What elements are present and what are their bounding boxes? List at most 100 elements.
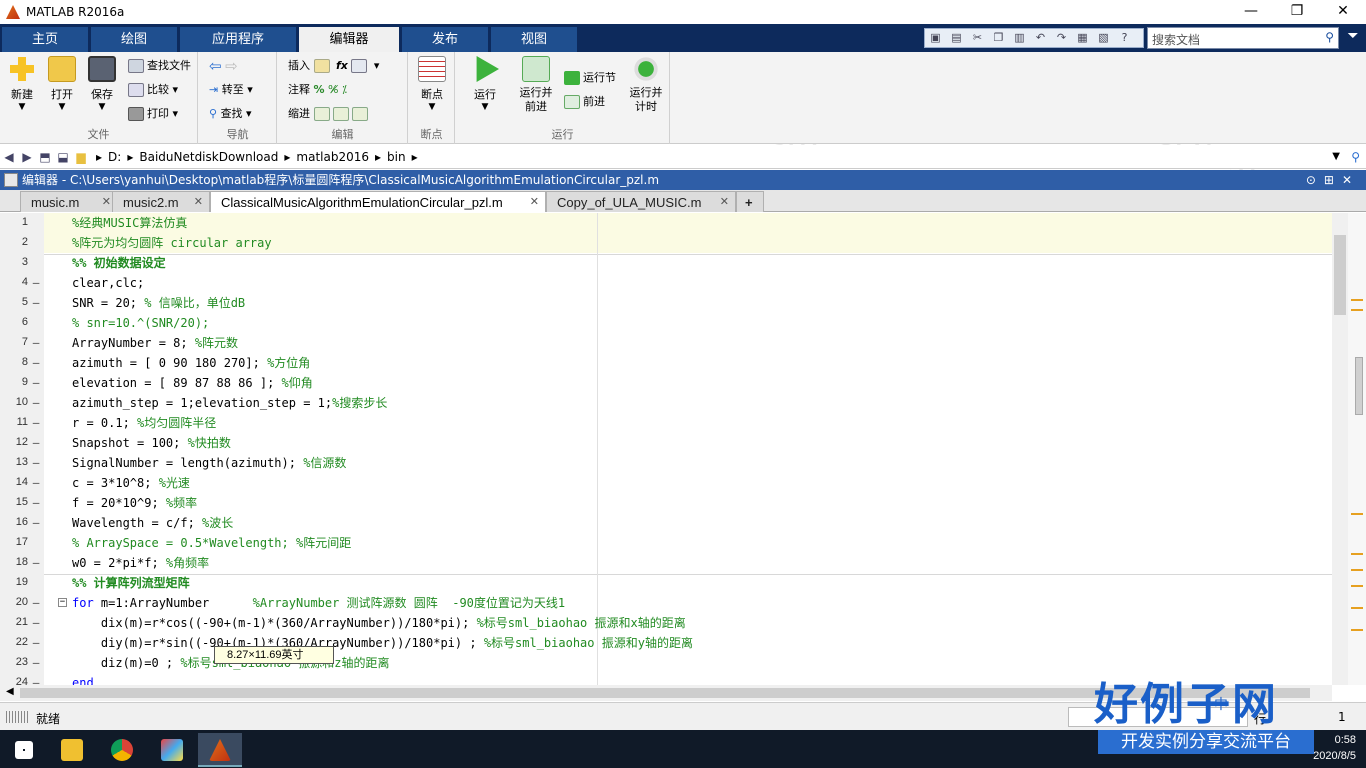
warning-mark[interactable]	[1351, 629, 1363, 631]
file-tab-music2[interactable]: music2.m ✕	[112, 191, 210, 212]
code-line[interactable]: r = 0.1; %均匀圆阵半径	[72, 413, 216, 433]
breadcrumb-item[interactable]: matlab2016	[296, 150, 369, 164]
close-editor-icon[interactable]: ✕	[1342, 173, 1360, 187]
code-line[interactable]: w0 = 2*pi*f; %角频率	[72, 553, 209, 573]
indent-button[interactable]: 缩进	[288, 104, 371, 124]
filter-icon[interactable]: ⏷	[1342, 28, 1364, 48]
new-button[interactable]: 新建 ▼	[3, 56, 41, 112]
maximize-editor-icon[interactable]: ⊞	[1324, 173, 1342, 187]
warning-mark[interactable]	[1351, 607, 1363, 609]
comment-button[interactable]: 注释 % %̸ ⁒	[288, 80, 347, 100]
breakpoint-marker[interactable]: —	[32, 456, 40, 469]
breakpoint-marker[interactable]: —	[32, 376, 40, 389]
warning-mark[interactable]	[1351, 585, 1363, 587]
address-dropdown-icon[interactable]: ▼	[1332, 151, 1340, 162]
breakpoint-marker[interactable]: —	[32, 676, 40, 685]
compare-button[interactable]: 比较 ▾	[128, 80, 178, 100]
code-line[interactable]: ArrayNumber = 8; %阵元数	[72, 333, 238, 353]
breakpoint-marker[interactable]: —	[32, 416, 40, 429]
open-button[interactable]: 打开 ▼	[43, 56, 81, 112]
code-line[interactable]: dix(m)=r*cos((-90+(m-1)*(360/ArrayNumber…	[72, 613, 686, 633]
run-section-button[interactable]: 运行节	[564, 68, 616, 88]
code-line[interactable]: %% 初始数据设定	[72, 253, 166, 273]
close-tab-icon[interactable]: ✕	[720, 192, 729, 213]
smart-indent-icon[interactable]	[313, 107, 330, 121]
close-tab-icon[interactable]: ✕	[530, 192, 539, 213]
code-line[interactable]: diy(m)=r*sin((-90+(m-1)*(360/ArrayNumber…	[72, 633, 693, 653]
tab-view[interactable]: 视图	[491, 27, 577, 52]
back-arrow-icon[interactable]: ⇦	[209, 57, 222, 75]
matlab-taskbar-button[interactable]	[198, 733, 242, 767]
breakpoint-marker[interactable]: —	[32, 556, 40, 569]
code-line[interactable]: % snr=10.^(SNR/20);	[72, 313, 209, 333]
code-line[interactable]: SignalNumber = length(azimuth); %信源数	[72, 453, 346, 473]
code-line[interactable]: end	[72, 673, 94, 685]
scroll-left-icon[interactable]: ◀	[6, 686, 14, 697]
warning-mark[interactable]	[1351, 569, 1363, 571]
back-forward-buttons[interactable]: ⇦ ⇨	[209, 56, 238, 76]
minimize-button[interactable]: —	[1228, 0, 1274, 24]
breadcrumb-item[interactable]: BaiduNetdiskDownload	[139, 150, 278, 164]
code-line[interactable]: %经典MUSIC算法仿真	[72, 213, 187, 233]
code-line[interactable]: % ArraySpace = 0.5*Wavelength; %阵元间距	[72, 533, 351, 553]
breakpoint-marker[interactable]: —	[32, 476, 40, 489]
search-icon[interactable]: ⚲	[1325, 30, 1334, 44]
new-script-icon[interactable]: ▣	[925, 30, 946, 46]
insert-button[interactable]: 插入 fx ▾	[288, 56, 379, 76]
analyzer-position-thumb[interactable]	[1355, 357, 1363, 415]
breakpoint-marker[interactable]: —	[32, 396, 40, 409]
tab-home[interactable]: 主页	[2, 27, 88, 52]
breakpoint-marker[interactable]: —	[32, 276, 40, 289]
tab-publish[interactable]: 发布	[402, 27, 488, 52]
warning-mark[interactable]	[1351, 299, 1363, 301]
print-button[interactable]: 打印 ▾	[128, 104, 178, 124]
search-folder-icon[interactable]: ⚲	[1351, 150, 1360, 164]
breakpoint-marker[interactable]: —	[32, 336, 40, 349]
code-line[interactable]: %阵元为均匀圆阵 circular array	[72, 233, 272, 253]
breadcrumb-item[interactable]: D:	[108, 150, 121, 164]
breakpoint-marker[interactable]: —	[32, 616, 40, 629]
advance-button[interactable]: 前进	[564, 92, 605, 112]
breakpoint-marker[interactable]: —	[32, 436, 40, 449]
run-and-time-button[interactable]: 运行并 计时	[624, 56, 668, 114]
file-tab-active[interactable]: ClassicalMusicAlgorithmEmulationCircular…	[210, 191, 546, 212]
editor-actions-icon[interactable]: ⊙	[1306, 173, 1324, 187]
warning-mark[interactable]	[1351, 553, 1363, 555]
code-line[interactable]: elevation = [ 89 87 88 86 ]; %仰角	[72, 373, 313, 393]
close-tab-icon[interactable]: ✕	[194, 192, 203, 213]
fx-icon[interactable]: fx	[336, 59, 348, 72]
close-tab-icon[interactable]: ✕	[102, 192, 111, 213]
breakpoints-button[interactable]: 断点 ▼	[413, 56, 451, 112]
back-icon[interactable]: ◀	[0, 150, 18, 164]
code-editor[interactable]: 1 %经典MUSIC算法仿真 2 %阵元为均匀圆阵 circular array 3%%…	[0, 213, 1332, 685]
up-folder-icon[interactable]: ⬒	[36, 150, 54, 164]
search-documentation-input[interactable]: 搜索文档 ⚲	[1147, 27, 1339, 49]
chrome-button[interactable]	[100, 733, 144, 767]
help-icon[interactable]: ?	[1114, 30, 1135, 46]
wrap-comment-icon[interactable]: ⁒	[342, 83, 347, 96]
redo-icon[interactable]: ↷	[1051, 30, 1072, 46]
code-line[interactable]: SNR = 20; % 信噪比，单位dB	[72, 293, 245, 313]
browse-folder-icon[interactable]: ⬓	[54, 150, 72, 164]
forward-icon[interactable]: ▶	[18, 150, 36, 164]
restore-button[interactable]: ❐	[1274, 0, 1320, 24]
breakpoint-marker[interactable]: —	[32, 296, 40, 309]
insert-section-icon[interactable]	[351, 59, 368, 73]
run-button[interactable]: 运行 ▼	[466, 56, 504, 112]
paint-app-button[interactable]	[150, 733, 194, 767]
scroll-thumb[interactable]	[1334, 235, 1346, 315]
increase-indent-icon[interactable]	[332, 107, 349, 121]
file-explorer-button[interactable]	[50, 733, 94, 767]
tab-editor[interactable]: 编辑器	[299, 27, 399, 52]
file-tab-copy-ula[interactable]: Copy_of_ULA_MUSIC.m ✕	[546, 191, 736, 212]
breakpoint-marker[interactable]: —	[32, 516, 40, 529]
save-button[interactable]: 保存 ▼	[83, 56, 121, 112]
vertical-scrollbar[interactable]	[1332, 213, 1348, 685]
new-tab-button[interactable]: +	[736, 191, 764, 212]
copy-icon[interactable]: ❐	[988, 30, 1009, 46]
code-line[interactable]: c = 3*10^8; %光速	[72, 473, 190, 493]
percent-icon[interactable]: %	[314, 83, 325, 96]
code-line[interactable]: Snapshot = 100; %快拍数	[72, 433, 231, 453]
breakpoint-marker[interactable]: —	[32, 356, 40, 369]
breakpoint-marker[interactable]: —	[32, 496, 40, 509]
